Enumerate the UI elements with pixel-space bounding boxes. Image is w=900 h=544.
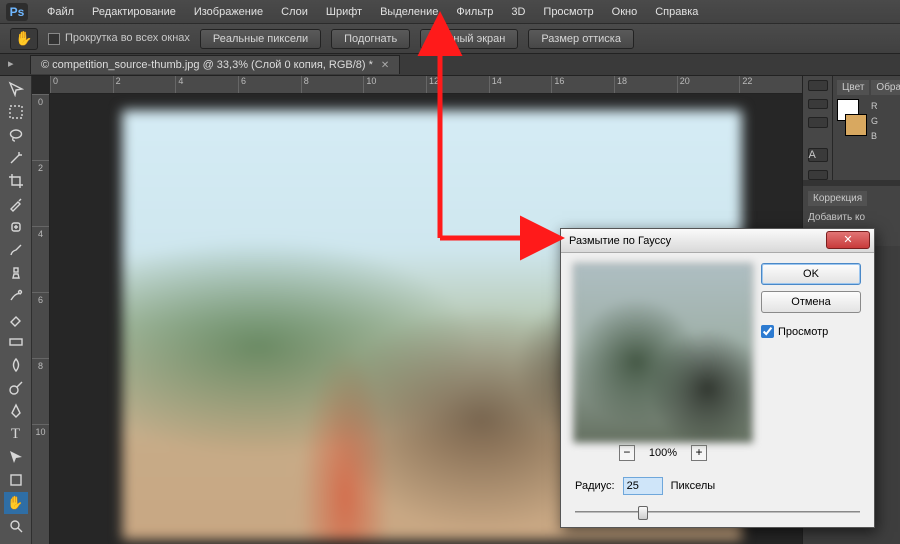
print-size-button[interactable]: Размер оттиска <box>528 29 634 49</box>
menu-layers[interactable]: Слои <box>272 0 317 24</box>
tab-color[interactable]: Цвет <box>837 80 869 95</box>
panel-icon-1[interactable] <box>808 80 828 91</box>
tab-expand-icon[interactable]: ▸ <box>8 57 22 71</box>
eraser-tool-icon[interactable] <box>4 308 28 330</box>
menu-edit[interactable]: Редактирование <box>83 0 185 24</box>
panel-icon-5[interactable] <box>808 170 828 181</box>
radius-label: Радиус: <box>575 480 615 492</box>
menu-bar: Ps Файл Редактирование Изображение Слои … <box>0 0 900 24</box>
radius-unit: Пикселы <box>671 480 716 492</box>
menu-view[interactable]: Просмотр <box>534 0 602 24</box>
tab-samples[interactable]: Обра <box>871 80 900 95</box>
menu-help[interactable]: Справка <box>646 0 707 24</box>
type-tool-icon[interactable]: T <box>4 423 28 445</box>
document-tab-bar: © competition_source-thumb.jpg @ 33,3% (… <box>0 54 900 76</box>
brush-tool-icon[interactable] <box>4 239 28 261</box>
lasso-tool-icon[interactable] <box>4 124 28 146</box>
zoom-percent: 100% <box>649 447 677 459</box>
hand-tool-icon[interactable]: ✋ <box>10 28 38 50</box>
radius-slider-thumb[interactable] <box>638 506 648 520</box>
radius-slider[interactable] <box>575 503 860 521</box>
ps-logo-icon: Ps <box>6 3 28 21</box>
menu-select[interactable]: Выделение <box>371 0 447 24</box>
ok-button[interactable]: OK <box>761 263 861 285</box>
zoom-out-button[interactable]: − <box>619 445 635 461</box>
full-screen-button[interactable]: Полный экран <box>420 29 518 49</box>
panel-icon-3[interactable] <box>808 117 828 128</box>
gradient-tool-icon[interactable] <box>4 331 28 353</box>
ruler-vertical: 024 6810 <box>32 94 50 544</box>
scroll-all-label: Прокрутка во всех окнах <box>65 32 190 44</box>
shape-tool-icon[interactable] <box>4 469 28 491</box>
dialog-close-button[interactable]: ✕ <box>826 231 870 249</box>
crop-tool-icon[interactable] <box>4 170 28 192</box>
toolbox: T ✋ <box>0 76 32 544</box>
dialog-zoom-controls: − 100% + <box>573 445 753 461</box>
cancel-button[interactable]: Отмена <box>761 291 861 313</box>
move-tool-icon[interactable] <box>4 78 28 100</box>
panel-icon-2[interactable] <box>808 99 828 110</box>
rgb-r-label: R <box>871 99 896 114</box>
history-brush-icon[interactable] <box>4 285 28 307</box>
wand-tool-icon[interactable] <box>4 147 28 169</box>
color-panel: Цвет Обра R G B <box>833 76 900 180</box>
panel-icon-4[interactable]: A <box>808 148 828 162</box>
zoom-in-button[interactable]: + <box>691 445 707 461</box>
bg-swatch[interactable] <box>845 114 867 136</box>
document-title: © competition_source-thumb.jpg @ 33,3% (… <box>41 59 373 71</box>
close-tab-icon[interactable]: ✕ <box>381 60 389 71</box>
pen-tool-icon[interactable] <box>4 400 28 422</box>
radius-row: Радиус: Пикселы <box>561 467 874 495</box>
dialog-title: Размытие по Гауссу <box>569 235 671 247</box>
stamp-tool-icon[interactable] <box>4 262 28 284</box>
rgb-g-label: G <box>871 114 896 129</box>
heal-tool-icon[interactable] <box>4 216 28 238</box>
menu-3d[interactable]: 3D <box>502 0 534 24</box>
menu-window[interactable]: Окно <box>603 0 647 24</box>
rgb-b-label: B <box>871 129 896 144</box>
dock-icon-column: A <box>803 76 833 180</box>
radius-input[interactable] <box>623 477 663 495</box>
dialog-preview[interactable] <box>573 263 753 443</box>
gaussian-blur-dialog: Размытие по Гауссу ✕ − 100% + OK Отмена … <box>560 228 875 528</box>
document-tab[interactable]: © competition_source-thumb.jpg @ 33,3% (… <box>30 55 400 74</box>
preview-checkbox-label: Просмотр <box>778 326 828 338</box>
add-adjustment-label: Добавить ко <box>808 212 895 223</box>
path-tool-icon[interactable] <box>4 446 28 468</box>
options-bar: ✋ Прокрутка во всех окнах Реальные пиксе… <box>0 24 900 54</box>
ruler-horizontal: 024 6810 121416 182022 <box>50 76 802 94</box>
blur-tool-icon[interactable] <box>4 354 28 376</box>
zoom-tool-icon[interactable] <box>4 515 28 537</box>
scroll-all-checkbox[interactable]: Прокрутка во всех окнах <box>48 32 190 44</box>
menu-type[interactable]: Шрифт <box>317 0 371 24</box>
dodge-tool-icon[interactable] <box>4 377 28 399</box>
eyedropper-tool-icon[interactable] <box>4 193 28 215</box>
adjustments-tab[interactable]: Коррекция <box>808 191 867 206</box>
hand-tool-icon-2[interactable]: ✋ <box>4 492 28 514</box>
fit-screen-button[interactable]: Подогнать <box>331 29 410 49</box>
actual-pixels-button[interactable]: Реальные пиксели <box>200 29 321 49</box>
menu-file[interactable]: Файл <box>38 0 83 24</box>
menu-image[interactable]: Изображение <box>185 0 272 24</box>
menu-filter[interactable]: Фильтр <box>447 0 502 24</box>
marquee-tool-icon[interactable] <box>4 101 28 123</box>
dialog-titlebar[interactable]: Размытие по Гауссу ✕ <box>561 229 874 253</box>
preview-checkbox[interactable]: Просмотр <box>761 325 861 338</box>
